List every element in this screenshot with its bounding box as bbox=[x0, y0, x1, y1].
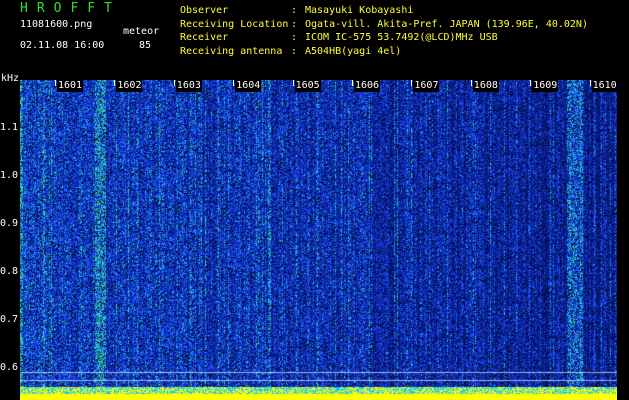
info-label: Receiving antenna bbox=[180, 45, 283, 57]
filename-label: 11081600.png bbox=[20, 19, 93, 30]
frequency-tick-label: 0.7 bbox=[0, 313, 19, 325]
time-tick-label: 1601 bbox=[57, 80, 84, 92]
info-value: Masayuki Kobayashi bbox=[305, 5, 414, 16]
time-tick-label: 1607 bbox=[413, 80, 440, 92]
frequency-tick-label: 0.9 bbox=[0, 217, 19, 229]
frequency-tick-label: 0.8 bbox=[0, 265, 19, 277]
time-tick-label: 1604 bbox=[235, 80, 262, 92]
time-tick bbox=[352, 80, 353, 86]
time-tick bbox=[114, 80, 116, 86]
info-separator: : bbox=[291, 5, 298, 16]
info-value: Ogata-vill. Akita-Pref. JAPAN (139.96E, … bbox=[305, 18, 588, 30]
frequency-tick-label: 1.0 bbox=[0, 169, 19, 181]
time-tick-label: 1606 bbox=[354, 80, 381, 92]
info-row-antenna: Receiving antenna : A504HB(yagi 4el) bbox=[180, 45, 588, 59]
info-row-observer: Observer : Masayuki Kobayashi bbox=[180, 4, 588, 18]
frequency-unit-label: kHz bbox=[1, 73, 20, 84]
time-tick bbox=[589, 80, 591, 86]
time-tick-label: 1610 bbox=[591, 80, 618, 92]
time-tick bbox=[292, 80, 294, 86]
time-tick bbox=[470, 80, 472, 86]
meteor-count: 85 bbox=[139, 40, 152, 51]
time-tick-label: 1603 bbox=[175, 80, 202, 92]
datetime-label: 02.11.08 16:00 bbox=[20, 40, 105, 51]
time-tick bbox=[55, 80, 56, 86]
time-tick bbox=[411, 80, 413, 86]
info-label: Observer bbox=[180, 5, 229, 16]
time-tick-label: 1602 bbox=[116, 80, 143, 92]
info-separator: : bbox=[291, 45, 298, 57]
station-info: Observer : Masayuki Kobayashi Receiving … bbox=[180, 4, 588, 58]
info-separator: : bbox=[291, 18, 298, 30]
spectrogram bbox=[20, 80, 617, 400]
meteor-label: meteor bbox=[123, 26, 160, 37]
frequency-tick-label: 0.6 bbox=[0, 361, 19, 373]
info-value: A504HB(yagi 4el) bbox=[305, 45, 402, 57]
frequency-tick-label: 1.1 bbox=[0, 121, 19, 133]
info-separator: : bbox=[291, 32, 298, 43]
time-tick-label: 1609 bbox=[532, 80, 559, 92]
info-row-receiver: Receiver : ICOM IC-575 53.7492(@LCD)MHz … bbox=[180, 31, 588, 45]
time-tick-label: 1608 bbox=[472, 80, 499, 92]
info-row-location: Receiving Location : Ogata-vill. Akita-P… bbox=[180, 18, 588, 32]
app-title: HROFFT bbox=[20, 1, 121, 16]
time-tick bbox=[173, 80, 175, 86]
info-value: ICOM IC-575 53.7492(@LCD)MHz USB bbox=[305, 32, 498, 43]
time-tick bbox=[530, 80, 532, 86]
time-tick bbox=[233, 80, 235, 86]
info-label: Receiver bbox=[180, 32, 229, 43]
info-label: Receiving Location bbox=[180, 18, 289, 30]
time-tick-label: 1605 bbox=[294, 80, 321, 92]
